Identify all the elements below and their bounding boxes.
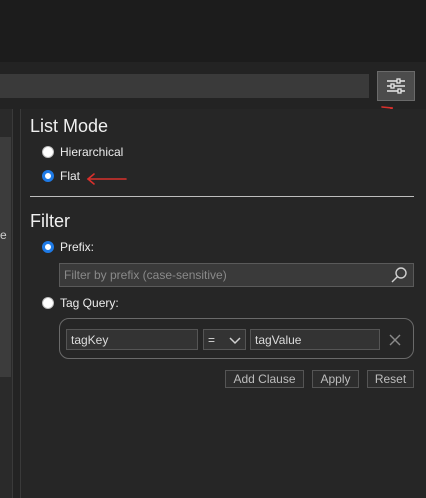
add-clause-button[interactable]: Add Clause bbox=[225, 370, 304, 388]
tag-operator-value: = bbox=[208, 332, 216, 347]
apply-button[interactable]: Apply bbox=[312, 370, 359, 388]
radio-prefix-label: Prefix: bbox=[60, 240, 95, 254]
annotation-arrow bbox=[86, 173, 127, 185]
tag-key-value: tagKey bbox=[71, 332, 109, 347]
tag-key-input[interactable]: tagKey bbox=[66, 329, 198, 350]
filter-title: Filter bbox=[30, 211, 70, 231]
section-divider bbox=[30, 196, 414, 197]
radio-tag-query-label: Tag Query: bbox=[60, 296, 119, 310]
top-search-bar[interactable] bbox=[0, 74, 369, 98]
tag-value-input[interactable]: tagValue bbox=[250, 329, 380, 350]
left-panel-edge-text: e bbox=[0, 228, 7, 242]
filter-settings-button[interactable] bbox=[377, 71, 415, 101]
radio-prefix[interactable]: Prefix: bbox=[42, 240, 94, 254]
tag-value-value: tagValue bbox=[255, 332, 302, 347]
chevron-down-icon bbox=[229, 336, 241, 344]
prefix-filter-placeholder: Filter by prefix (case-sensitive) bbox=[64, 268, 227, 282]
radio-button-selected[interactable] bbox=[42, 170, 54, 182]
prefix-filter-input[interactable]: Filter by prefix (case-sensitive) bbox=[59, 263, 414, 287]
radio-hierarchical[interactable]: Hierarchical bbox=[42, 145, 123, 159]
search-icon[interactable] bbox=[389, 265, 409, 285]
reset-button[interactable]: Reset bbox=[367, 370, 414, 388]
left-panel-strip: e bbox=[0, 109, 13, 498]
settings-sliders-icon bbox=[387, 78, 405, 94]
radio-tag-query[interactable]: Tag Query: bbox=[42, 296, 119, 310]
radio-hierarchical-label: Hierarchical bbox=[60, 145, 124, 159]
radio-flat[interactable]: Flat bbox=[42, 169, 80, 183]
radio-flat-label: Flat bbox=[60, 169, 81, 183]
top-bar bbox=[0, 0, 426, 62]
left-scrollbar-thumb[interactable] bbox=[0, 137, 11, 377]
radio-button[interactable] bbox=[42, 297, 54, 309]
radio-button-selected[interactable] bbox=[42, 241, 54, 253]
tag-operator-select[interactable]: = bbox=[203, 329, 246, 350]
radio-button[interactable] bbox=[42, 146, 54, 158]
close-icon[interactable] bbox=[387, 332, 403, 348]
list-mode-title: List Mode bbox=[30, 116, 109, 136]
